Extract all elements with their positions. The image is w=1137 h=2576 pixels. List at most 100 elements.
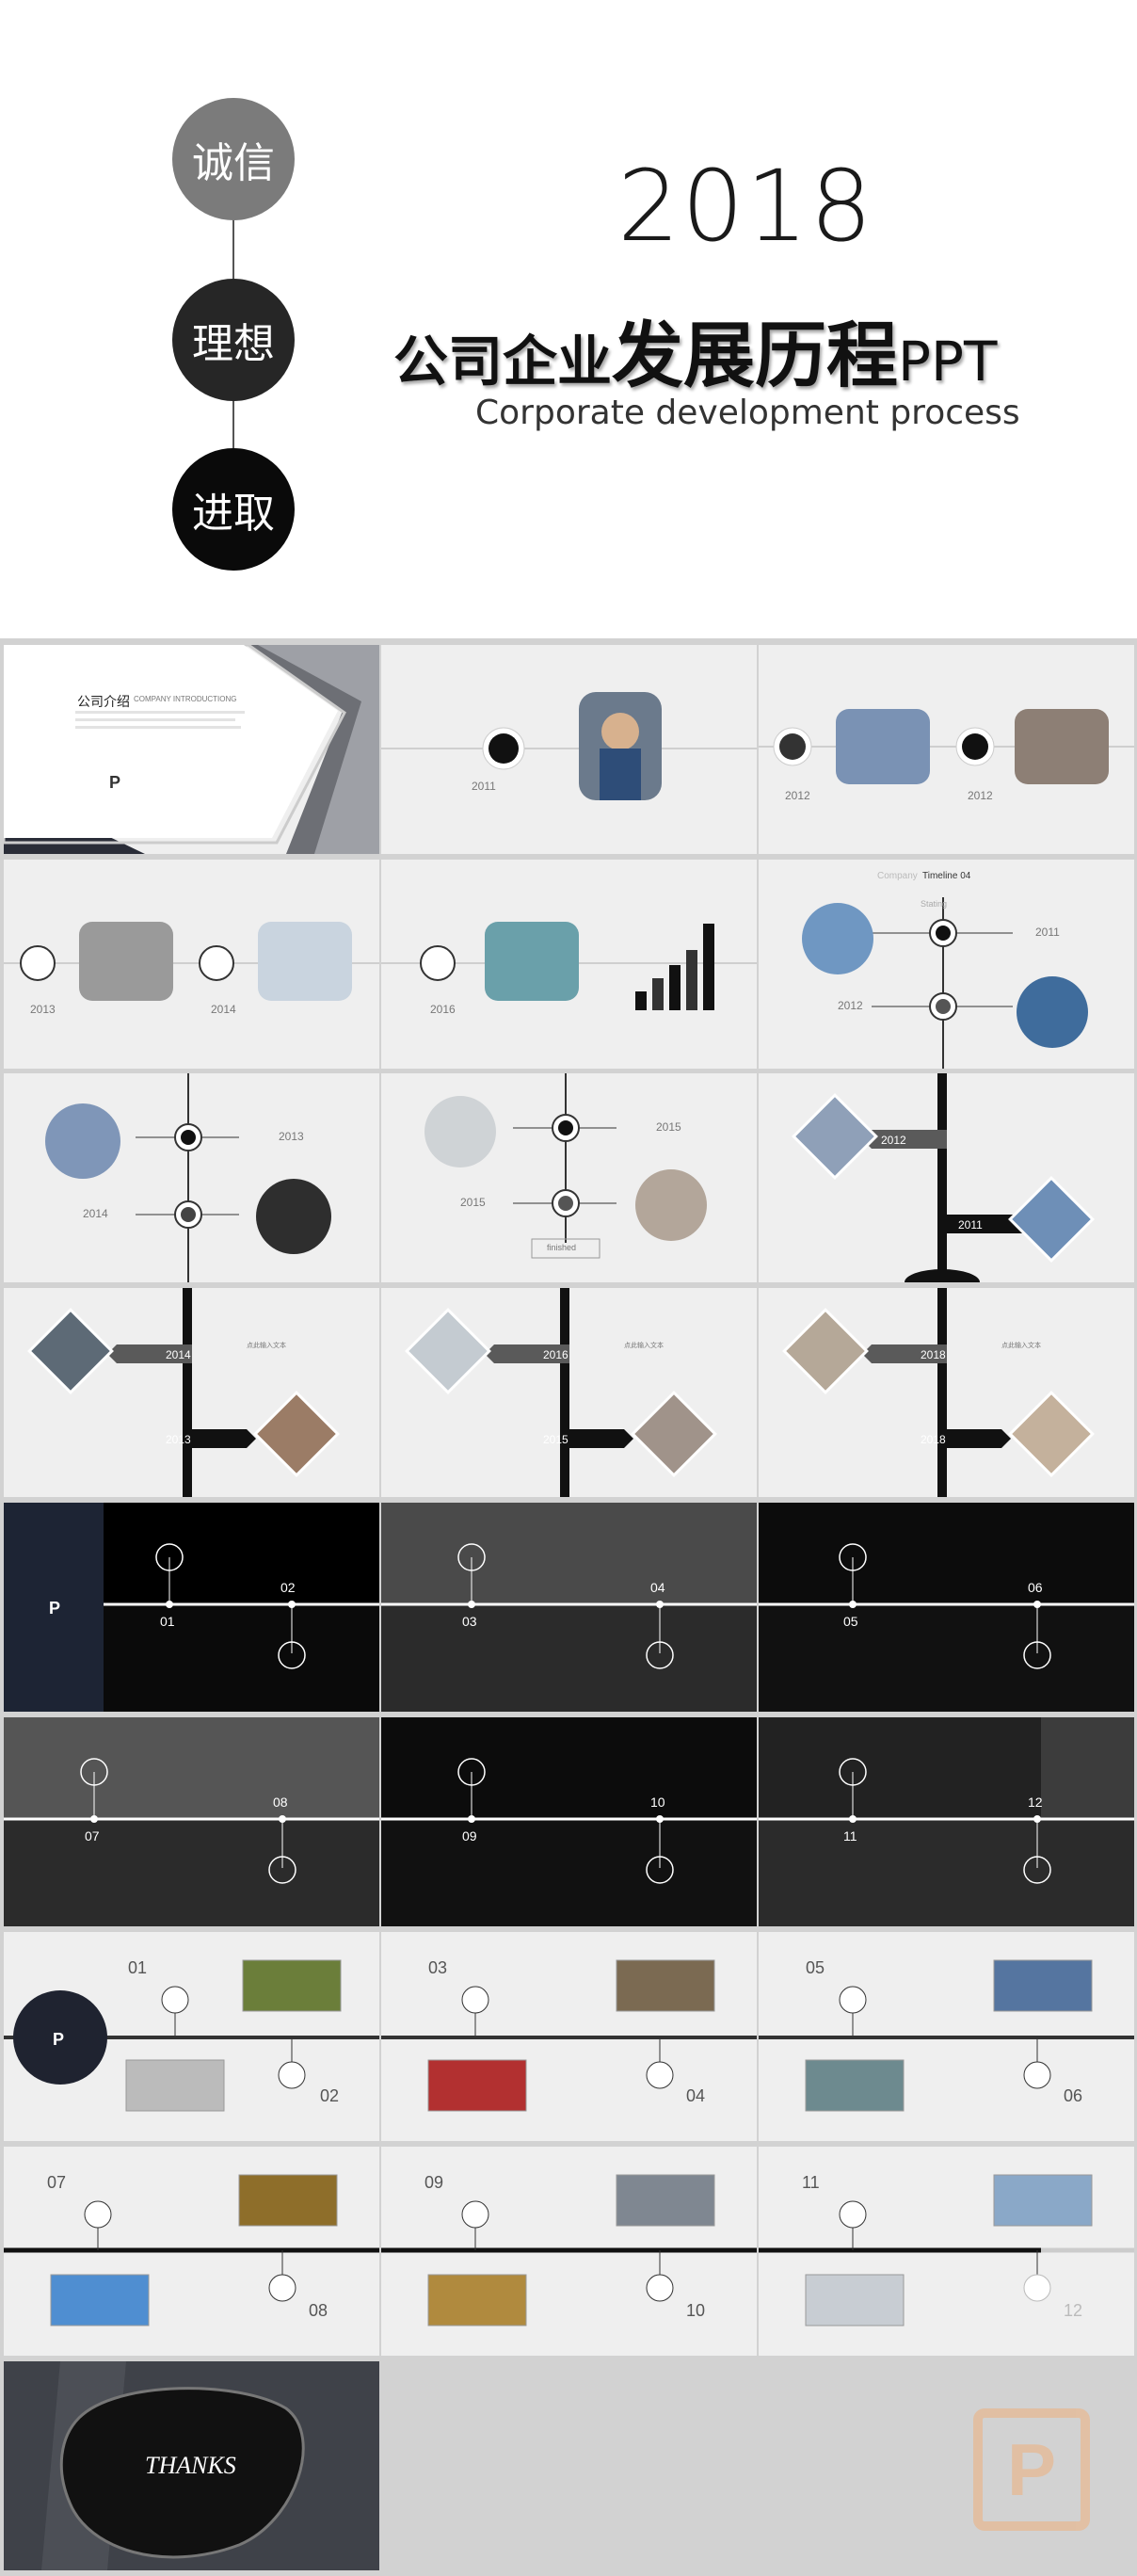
slide-photo-03-04[interactable]: 03 04 bbox=[381, 1932, 757, 2141]
timeline-year: 2016 bbox=[543, 1348, 568, 1361]
photo-number: 03 bbox=[428, 1958, 448, 1977]
ct-starting: Stating bbox=[921, 899, 948, 909]
dark-number: 09 bbox=[462, 1828, 477, 1843]
ct-title-b: Timeline 04 bbox=[922, 871, 971, 881]
cover-slide: 诚信 理想 进取 2018 公司企业发展历程PPT Corporate deve… bbox=[0, 0, 1137, 638]
timeline-year: 2013 bbox=[30, 1003, 56, 1016]
timeline-graphic bbox=[381, 692, 757, 800]
photo-number: 10 bbox=[686, 2301, 706, 2320]
intro-title-en: COMPANY INTRODUCTIONG bbox=[134, 695, 237, 703]
slide-timeline-2012[interactable]: 2012 2012 bbox=[759, 645, 1134, 854]
timeline-graphic bbox=[4, 922, 379, 1001]
slide-photo-09-10[interactable]: 09 10 bbox=[381, 2147, 757, 2356]
intro-graphic: P bbox=[4, 645, 379, 854]
photo-number: 12 bbox=[1064, 2301, 1083, 2320]
dark-number: 01 bbox=[160, 1614, 175, 1629]
watermark-stamp: P bbox=[973, 2408, 1090, 2531]
dark-number: 12 bbox=[1028, 1795, 1043, 1810]
photo-number: 05 bbox=[806, 1958, 825, 1977]
circle-progress: 进取 bbox=[172, 448, 295, 571]
slide-dark-07-08[interactable]: 07 08 bbox=[4, 1717, 379, 1926]
timeline-graphic bbox=[792, 1073, 1095, 1282]
slide-dark-03-04[interactable]: 03 04 bbox=[381, 1503, 757, 1712]
timeline-graphic bbox=[759, 1717, 1134, 1884]
slide-photo-05-06[interactable]: 05 06 bbox=[759, 1932, 1134, 2141]
timeline-year: 2011 bbox=[1035, 926, 1060, 939]
timeline-year: 2018 bbox=[921, 1433, 946, 1446]
slide-diamond-2014[interactable]: 2014 2013 点此输入文本 bbox=[4, 1288, 379, 1497]
title-part-b: 发展历程 bbox=[612, 314, 899, 397]
slide-timeline-2016[interactable]: 2016 bbox=[381, 860, 757, 1069]
timeline-year: 2015 bbox=[543, 1433, 568, 1446]
timeline-graphic bbox=[381, 1758, 757, 1926]
click-text: 点此输入文本 bbox=[1001, 1343, 1041, 1349]
svg-text:P: P bbox=[53, 2030, 64, 2049]
timeline-year: 2018 bbox=[921, 1348, 946, 1361]
timeline-year: 2012 bbox=[881, 1134, 906, 1147]
slide-company-intro[interactable]: P 公司介绍 COMPANY INTRODUCTIONG bbox=[4, 645, 379, 854]
slide-diamond-2012[interactable]: 2012 2011 bbox=[759, 1073, 1134, 1282]
slide-timeline-2013[interactable]: 2013 2014 bbox=[4, 860, 379, 1069]
slide-circle-2015[interactable]: 2015 2015 finished bbox=[381, 1073, 757, 1282]
dark-number: 04 bbox=[650, 1580, 665, 1595]
dark-number: 08 bbox=[273, 1795, 288, 1810]
timeline-year: 2016 bbox=[430, 1003, 456, 1016]
click-text: 点此输入文本 bbox=[624, 1343, 664, 1349]
timeline-year: 2015 bbox=[656, 1120, 681, 1134]
photo-number: 04 bbox=[686, 2086, 706, 2105]
timeline-graphic bbox=[759, 709, 1134, 784]
timeline-year: 2012 bbox=[785, 789, 810, 802]
timeline-year: 2014 bbox=[83, 1207, 108, 1220]
slide-dark-11-12[interactable]: 11 12 bbox=[759, 1717, 1134, 1926]
title-part-a: 公司企业 bbox=[393, 330, 613, 394]
timeline-year: 2011 bbox=[472, 780, 496, 793]
slide-company-timeline[interactable]: Company Timeline 04 Stating 2011 2012 bbox=[759, 860, 1134, 1069]
photo-number: 06 bbox=[1064, 2086, 1083, 2105]
slide-circle-2013[interactable]: 2013 2014 bbox=[4, 1073, 379, 1282]
dark-number: 02 bbox=[280, 1580, 296, 1595]
slide-diamond-2016[interactable]: 2016 2015 点此输入文本 bbox=[381, 1288, 757, 1497]
timeline-year: 2014 bbox=[166, 1348, 191, 1361]
click-text: 点此输入文本 bbox=[247, 1343, 286, 1349]
timeline-graphic bbox=[45, 1073, 331, 1282]
ct-title-a: Company bbox=[877, 871, 918, 881]
circle-ideal: 理想 bbox=[172, 279, 295, 401]
slide-timeline-2011[interactable]: 2011 bbox=[381, 645, 757, 854]
dark-number: 07 bbox=[85, 1828, 100, 1843]
stamp-letter-icon: P bbox=[1006, 2427, 1057, 2511]
slide-photo-07-08[interactable]: 07 08 bbox=[4, 2147, 379, 2356]
slide-diamond-2018[interactable]: 2018 2018 点此输入文本 bbox=[759, 1288, 1134, 1497]
timeline-graphic bbox=[381, 1503, 757, 1669]
timeline-graphic bbox=[4, 1717, 379, 1884]
timeline-year: 2013 bbox=[279, 1130, 304, 1143]
svg-text:P: P bbox=[109, 773, 120, 792]
timeline-year: 2014 bbox=[211, 1003, 236, 1016]
timeline-graphic bbox=[782, 1288, 1095, 1497]
svg-text:P: P bbox=[49, 1599, 60, 1618]
timeline-graphic bbox=[27, 1288, 340, 1497]
timeline-graphic bbox=[405, 1288, 717, 1497]
slide-photo-11-12[interactable]: 11 12 bbox=[759, 2147, 1134, 2356]
cover-subtitle: Corporate development process bbox=[475, 394, 1020, 432]
slide-dark-05-06[interactable]: 05 06 bbox=[759, 1503, 1134, 1712]
slide-thanks[interactable]: THANKS bbox=[4, 2361, 379, 2570]
timeline-graphic: P bbox=[4, 1503, 379, 1712]
thanks-text: THANKS bbox=[145, 2452, 236, 2479]
timeline-graphic bbox=[802, 897, 1088, 1069]
finished-label: finished bbox=[547, 1243, 577, 1252]
photo-number: 09 bbox=[424, 2173, 444, 2192]
photo-number: 07 bbox=[47, 2173, 67, 2192]
intro-title: 公司介绍 bbox=[77, 694, 130, 709]
slide-dark-09-10[interactable]: 09 10 bbox=[381, 1717, 757, 1926]
timeline-year: 2012 bbox=[838, 999, 863, 1012]
dark-number: 05 bbox=[843, 1614, 858, 1629]
slide-photo-01-02[interactable]: P 01 02 bbox=[4, 1932, 379, 2141]
dark-number: 11 bbox=[843, 1828, 857, 1843]
dark-number: 06 bbox=[1028, 1580, 1043, 1595]
timeline-year: 2012 bbox=[968, 789, 993, 802]
slide-dark-01-02[interactable]: P 01 02 bbox=[4, 1503, 379, 1712]
timeline-graphic bbox=[381, 922, 757, 1010]
photo-number: 11 bbox=[802, 2173, 820, 2192]
timeline-graphic bbox=[759, 1543, 1134, 1712]
timeline-year: 2015 bbox=[460, 1196, 486, 1209]
